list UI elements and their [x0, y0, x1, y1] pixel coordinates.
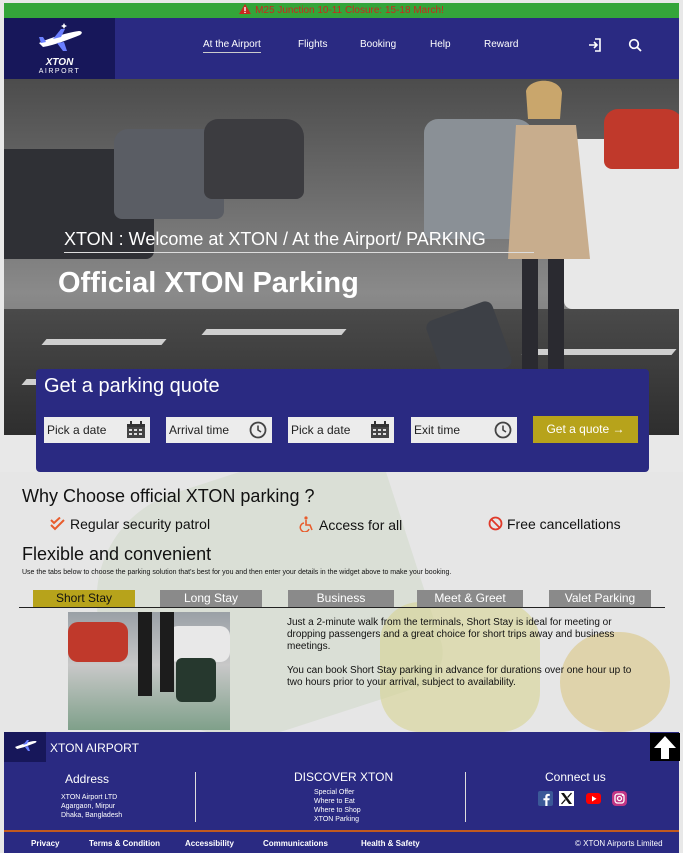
address-line: Dhaka, Bangladesh	[61, 812, 123, 819]
bottom-link-accessibility[interactable]: Accessibility	[185, 839, 234, 848]
discover-link-where-to-shop[interactable]: Where to Shop	[314, 806, 361, 815]
discover-link-where-to-eat[interactable]: Where to Eat	[314, 797, 361, 806]
feature-cancellations-label: Free cancellations	[507, 516, 621, 532]
address-line: XTON Airport LTD	[61, 794, 118, 801]
arrival-date-input[interactable]: Pick a date	[44, 417, 150, 443]
discover-links: Special Offer Where to Eat Where to Shop…	[314, 788, 361, 824]
discover-heading: DISCOVER XTON	[294, 770, 394, 784]
back-to-top-button[interactable]	[650, 733, 680, 761]
feature-accessibility-label: Access for all	[319, 517, 403, 533]
double-check-icon	[50, 516, 65, 531]
wheelchair-icon	[299, 516, 313, 533]
exit-date-input[interactable]: Pick a date	[288, 417, 394, 443]
hero-car	[204, 119, 304, 199]
alert-bar[interactable]: M25 Junction 10-11 Closure: 15-18 March!	[4, 3, 679, 18]
nav-item-reward[interactable]: Reward	[484, 39, 518, 50]
tab-divider	[19, 607, 665, 608]
photo-leg	[160, 612, 174, 692]
x-icon[interactable]	[559, 791, 574, 806]
nav-item-flights[interactable]: Flights	[298, 39, 327, 50]
short-stay-photo	[68, 612, 230, 730]
tab-business[interactable]: Business	[288, 590, 394, 607]
exit-time-placeholder: Exit time	[414, 423, 461, 437]
feature-security: Regular security patrol	[50, 516, 210, 532]
login-icon[interactable]	[588, 38, 602, 52]
instagram-icon[interactable]	[612, 791, 627, 806]
get-quote-button[interactable]: Get a quote →	[533, 416, 638, 443]
road-stripe	[201, 329, 347, 335]
road-stripe	[41, 339, 167, 345]
feature-cancellations: Free cancellations	[488, 516, 621, 532]
breadcrumb[interactable]: XTON : Welcome at XTON / At the Airport/…	[64, 229, 534, 253]
warning-icon	[239, 4, 252, 14]
tab-meet-greet[interactable]: Meet & Greet	[417, 590, 523, 607]
clock-icon	[494, 421, 512, 439]
tab-long-stay[interactable]: Long Stay	[160, 590, 262, 607]
arrival-time-input[interactable]: Arrival time	[166, 417, 272, 443]
arrival-date-placeholder: Pick a date	[47, 423, 107, 437]
arrow-up-icon	[654, 736, 676, 759]
why-heading: Why Choose official XTON parking ?	[22, 486, 315, 506]
calendar-icon	[127, 421, 145, 438]
short-stay-paragraph-2: You can book Short Stay parking in advan…	[287, 665, 632, 688]
bottom-link-terms[interactable]: Terms & Condition	[89, 839, 160, 848]
discover-link-special-offer[interactable]: Special Offer	[314, 788, 361, 797]
nav-item-at-the-airport[interactable]: At the Airport	[203, 39, 261, 53]
nav-item-help[interactable]: Help	[430, 39, 451, 50]
short-stay-paragraph-1: Just a 2-minute walk from the terminals,…	[287, 617, 615, 652]
parking-quote-widget: Get a parking quote Pick a date Arrival …	[36, 369, 649, 472]
alert-text: M25 Junction 10-11 Closure: 15-18 March!	[255, 5, 444, 16]
clock-icon	[249, 421, 267, 439]
bottom-link-health-safety[interactable]: Health & Safety	[361, 839, 420, 848]
footer: Address XTON Airport LTD Agargaon, Mirpu…	[4, 762, 679, 830]
page-title: Official XTON Parking	[58, 267, 359, 299]
facebook-icon[interactable]	[538, 791, 553, 806]
feature-security-label: Regular security patrol	[70, 516, 211, 532]
no-entry-icon	[488, 516, 503, 531]
footer-divider	[465, 772, 466, 822]
address-line: Agargaon, Mirpur	[61, 803, 116, 810]
logo-name: XTON	[45, 57, 74, 68]
nav-item-booking[interactable]: Booking	[360, 39, 396, 50]
tab-valet-parking[interactable]: Valet Parking	[549, 590, 651, 607]
exit-time-input[interactable]: Exit time	[411, 417, 517, 443]
photo-car	[68, 622, 128, 662]
discover-link-parking[interactable]: XTON Parking	[314, 815, 361, 824]
footer-logo[interactable]	[4, 732, 46, 762]
logo-subtitle: AIRPORT	[38, 68, 81, 75]
main-content: Why Choose official XTON parking ? Regul…	[0, 472, 683, 732]
youtube-icon[interactable]	[586, 791, 601, 806]
address-block: XTON Airport LTD Agargaon, Mirpur Dhaka,…	[61, 793, 122, 820]
copyright: © XTON Airports Limited	[575, 839, 663, 848]
flexible-description: Use the tabs below to choose the parking…	[22, 569, 452, 576]
arrival-time-placeholder: Arrival time	[169, 423, 230, 437]
photo-leg	[138, 612, 152, 696]
bottom-bar: Privacy Terms & Condition Accessibility …	[4, 830, 679, 853]
footer-brand-bar: XTON AIRPORT	[4, 732, 679, 762]
bottom-link-communications[interactable]: Communications	[263, 839, 328, 848]
plane-logo-icon	[15, 740, 37, 751]
connect-heading: Connect us	[545, 770, 606, 784]
short-stay-description: Just a 2-minute walk from the terminals,…	[287, 617, 637, 689]
plane-logo-icon	[38, 23, 82, 51]
footer-brand-name: XTON AIRPORT	[50, 741, 139, 755]
bottom-link-privacy[interactable]: Privacy	[31, 839, 59, 848]
hero-car	[604, 109, 679, 169]
calendar-icon	[371, 421, 389, 438]
tab-short-stay[interactable]: Short Stay	[33, 590, 135, 607]
exit-date-placeholder: Pick a date	[291, 423, 351, 437]
photo-car	[168, 626, 230, 662]
address-heading: Address	[65, 772, 110, 786]
flexible-heading: Flexible and convenient	[22, 544, 212, 564]
quote-title: Get a parking quote	[44, 375, 220, 397]
main-nav: XTON AIRPORT At the Airport Flights Book…	[4, 18, 679, 79]
feature-accessibility: Access for all	[299, 516, 402, 533]
photo-suitcase	[176, 658, 216, 702]
search-icon[interactable]	[628, 38, 642, 52]
footer-divider	[195, 772, 196, 822]
logo[interactable]: XTON AIRPORT	[4, 18, 115, 79]
